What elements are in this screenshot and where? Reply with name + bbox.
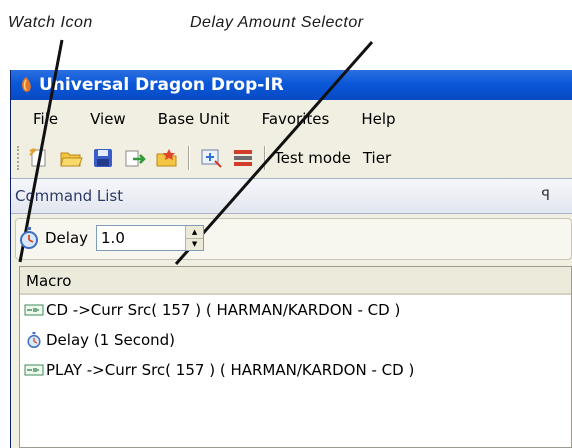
favorites-folder-icon[interactable] [154,145,180,171]
list-item[interactable]: PLAY ->Curr Src( 157 ) ( HARMAN/KARDON -… [20,355,571,385]
toolbar-separator [264,146,266,170]
open-folder-icon[interactable] [58,145,84,171]
watch-icon-callout: Watch Icon [8,14,93,31]
menu-bar: File View Base Unit Favorites Help [11,100,572,138]
command-list-header: Command List ꟼ [11,178,572,214]
delay-value-field[interactable]: 1.0 [97,226,185,250]
add-command-icon[interactable] [198,145,224,171]
new-macro-icon[interactable] [26,145,52,171]
delay-spinner: ▲ ▼ [185,226,204,251]
toolbar: Test mode Tier [11,138,572,178]
ir-remote-icon [24,304,44,316]
title-bar[interactable]: Universal Dragon Drop-IR [11,70,572,100]
menu-base-unit[interactable]: Base Unit [158,110,230,128]
list-item-text: PLAY ->Curr Src( 157 ) ( HARMAN/KARDON -… [46,361,415,379]
command-list-icon[interactable] [230,145,256,171]
delay-label: Delay [45,229,89,247]
list-item-text: Delay (1 Second) [46,331,176,349]
delay-amount-selector[interactable]: 1.0 ▲ ▼ [96,225,205,251]
window-title: Universal Dragon Drop-IR [39,75,284,95]
menu-favorites[interactable]: Favorites [262,110,330,128]
list-item[interactable]: CD ->Curr Src( 157 ) ( HARMAN/KARDON - C… [20,295,571,325]
menu-file[interactable]: File [33,110,58,128]
list-item[interactable]: Delay (1 Second) [20,325,571,355]
save-icon[interactable] [90,145,116,171]
toolbar-separator [188,146,190,170]
list-item-text: CD ->Curr Src( 157 ) ( HARMAN/KARDON - C… [46,301,401,319]
tier-button[interactable]: Tier [363,149,391,167]
menu-view[interactable]: View [90,110,126,128]
menu-help[interactable]: Help [361,110,395,128]
export-icon[interactable] [122,145,148,171]
stopwatch-icon [27,332,41,348]
pin-icon[interactable]: ꟼ [542,188,550,204]
command-list-title: Command List [15,187,124,205]
stopwatch-icon[interactable] [19,227,39,249]
ir-remote-icon [24,364,44,376]
spinner-up-button[interactable]: ▲ [186,226,204,239]
app-window: Universal Dragon Drop-IR File View Base … [10,70,572,448]
toolbar-grip[interactable] [17,146,20,170]
delay-selector-callout: Delay Amount Selector [190,14,364,31]
dragon-app-icon [22,77,31,92]
macro-column-header[interactable]: Macro [20,267,571,295]
test-mode-button[interactable]: Test mode [274,149,351,167]
macro-list: Macro CD ->Curr Src( 157 ) ( HARMAN/KARD… [19,266,572,448]
delay-toolbar: Delay 1.0 ▲ ▼ [11,214,572,262]
spinner-down-button[interactable]: ▼ [186,239,203,251]
